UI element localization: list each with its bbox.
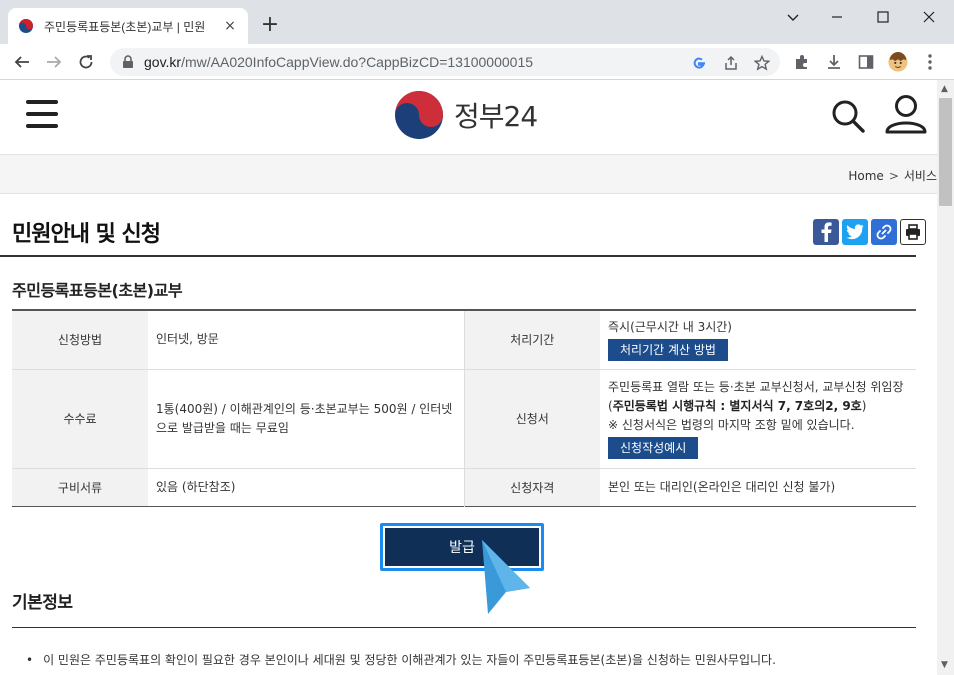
google-icon[interactable]	[690, 54, 708, 72]
tab-title: 주민등록표등본(초본)교부 | 민원	[44, 19, 206, 34]
extensions-icon[interactable]	[792, 52, 812, 72]
gov24-logo[interactable]: 정부24	[394, 90, 538, 140]
form-text-suffix: )	[861, 399, 867, 413]
twitter-icon[interactable]	[842, 219, 868, 245]
row-value-period: 즉시(근무시간 내 3시간) 처리기간 계산 방법	[600, 310, 916, 370]
scroll-up-icon[interactable]: ▲	[941, 84, 948, 94]
window-close-icon[interactable]	[906, 4, 952, 30]
sidepanel-icon[interactable]	[856, 52, 876, 72]
row-label-eligibility: 신청자격	[464, 468, 600, 506]
table-row: 수수료 1통(400원) / 이해관계인의 등·초본교부는 500원 / 인터넷…	[12, 369, 916, 469]
row-value-documents: 있음 (하단참조)	[148, 468, 465, 506]
download-icon[interactable]	[824, 52, 844, 72]
url-path: /mw/AA020InfoCappView.do?CappBizCD=13100…	[181, 54, 534, 70]
new-tab-button[interactable]: +	[258, 14, 282, 38]
form-law-link[interactable]: 주민등록법 시행규칙 : 별지서식 7, 7호의2, 9호	[613, 399, 862, 413]
cursor-arrow-icon	[482, 540, 530, 614]
table-row: 신청방법 인터넷, 방문 처리기간 즉시(근무시간 내 3시간) 처리기간 계산…	[12, 310, 916, 370]
lock-icon[interactable]	[122, 55, 134, 69]
tab-bar: 주민등록표등본(초본)교부 | 민원 × +	[0, 0, 954, 44]
forward-icon[interactable]	[42, 50, 66, 74]
page-scrollbar[interactable]: ▲ ▼	[937, 80, 954, 675]
maximize-icon[interactable]	[860, 4, 906, 30]
search-icon[interactable]	[830, 98, 866, 134]
address-bar[interactable]: gov.kr/mw/AA020InfoCappView.do?CappBizCD…	[110, 48, 780, 76]
reload-icon[interactable]	[74, 50, 98, 74]
table-row: 구비서류 있음 (하단참조) 신청자격 본인 또는 대리인(온라인은 대리인 신…	[12, 468, 916, 506]
breadcrumb-trail: Home > 서비스	[848, 167, 937, 184]
title-divider	[0, 255, 916, 257]
tab-close-icon[interactable]: ×	[222, 18, 238, 34]
link-icon[interactable]	[871, 219, 897, 245]
row-label-documents: 구비서류	[12, 468, 148, 506]
basic-info-bullet: 이 민원은 주민등록표의 확인이 필요한 경우 본인이나 세대원 및 정당한 이…	[26, 651, 776, 668]
service-name: 주민등록표등본(초본)교부	[12, 281, 183, 300]
breadcrumb: Home > 서비스	[0, 154, 937, 194]
browser-tab[interactable]: 주민등록표등본(초본)교부 | 민원 ×	[8, 8, 248, 44]
url-host: gov.kr	[144, 54, 182, 70]
more-icon[interactable]	[920, 52, 940, 72]
row-label-method: 신청방법	[12, 310, 148, 370]
breadcrumb-home[interactable]: Home	[848, 169, 883, 183]
browser-toolbar: gov.kr/mw/AA020InfoCappView.do?CappBizCD…	[0, 44, 954, 80]
user-icon[interactable]	[884, 94, 928, 134]
row-value-method: 인터넷, 방문	[148, 310, 465, 370]
breadcrumb-separator: >	[888, 169, 899, 183]
row-label-fee: 수수료	[12, 369, 148, 469]
gov24-favicon-icon	[19, 19, 33, 33]
basic-info-title: 기본정보	[12, 593, 73, 613]
profile-avatar[interactable]	[888, 52, 908, 72]
row-label-form: 신청서	[464, 369, 600, 469]
site-header: 정부24	[0, 80, 937, 154]
star-icon[interactable]	[753, 54, 771, 72]
tab-search-chevron-icon[interactable]	[770, 4, 816, 30]
scroll-down-icon[interactable]: ▼	[941, 660, 948, 670]
back-icon[interactable]	[10, 50, 34, 74]
form-example-button[interactable]: 신청작성예시	[608, 437, 699, 459]
service-info-table: 신청방법 인터넷, 방문 처리기간 즉시(근무시간 내 3시간) 처리기간 계산…	[12, 309, 916, 507]
form-text: 주민등록표 열람 또는 등·초본 교부신청서, 교부신청 위임장 (주민등록법 …	[608, 378, 908, 416]
taegeuk-logo-icon	[395, 91, 443, 139]
browser-chrome: 주민등록표등본(초본)교부 | 민원 × + gov.kr/mw/AA020In…	[0, 0, 954, 80]
basic-info-divider	[12, 627, 916, 628]
row-label-period: 처리기간	[464, 310, 600, 370]
print-icon[interactable]	[900, 219, 926, 245]
url-text: gov.kr/mw/AA020InfoCappView.do?CappBizCD…	[144, 54, 533, 70]
row-value-form: 주민등록표 열람 또는 등·초본 교부신청서, 교부신청 위임장 (주민등록법 …	[600, 369, 916, 469]
page-viewport: 정부24 Home > 서비스 민원안내 및 신청 주민등록표등본(초본)교부 신청…	[0, 80, 937, 675]
form-note: ※ 신청서식은 법령의 마지막 조항 밑에 있습니다.	[608, 418, 855, 432]
breadcrumb-current[interactable]: 서비스	[904, 169, 937, 183]
logo-text: 정부24	[454, 100, 538, 133]
minimize-icon[interactable]	[814, 4, 860, 30]
row-value-fee: 1통(400원) / 이해관계인의 등·초본교부는 500원 / 인터넷으로 발…	[148, 369, 465, 469]
row-value-eligibility: 본인 또는 대리인(온라인은 대리인 신청 불가)	[608, 479, 836, 494]
facebook-icon[interactable]	[813, 219, 839, 245]
period-calc-button[interactable]: 처리기간 계산 방법	[608, 339, 728, 362]
page-title: 민원안내 및 신청	[12, 222, 161, 247]
hamburger-icon[interactable]	[26, 100, 58, 128]
period-text: 즉시(근무시간 내 3시간)	[608, 320, 732, 335]
scroll-thumb[interactable]	[939, 98, 952, 206]
share-icon[interactable]	[722, 54, 740, 72]
